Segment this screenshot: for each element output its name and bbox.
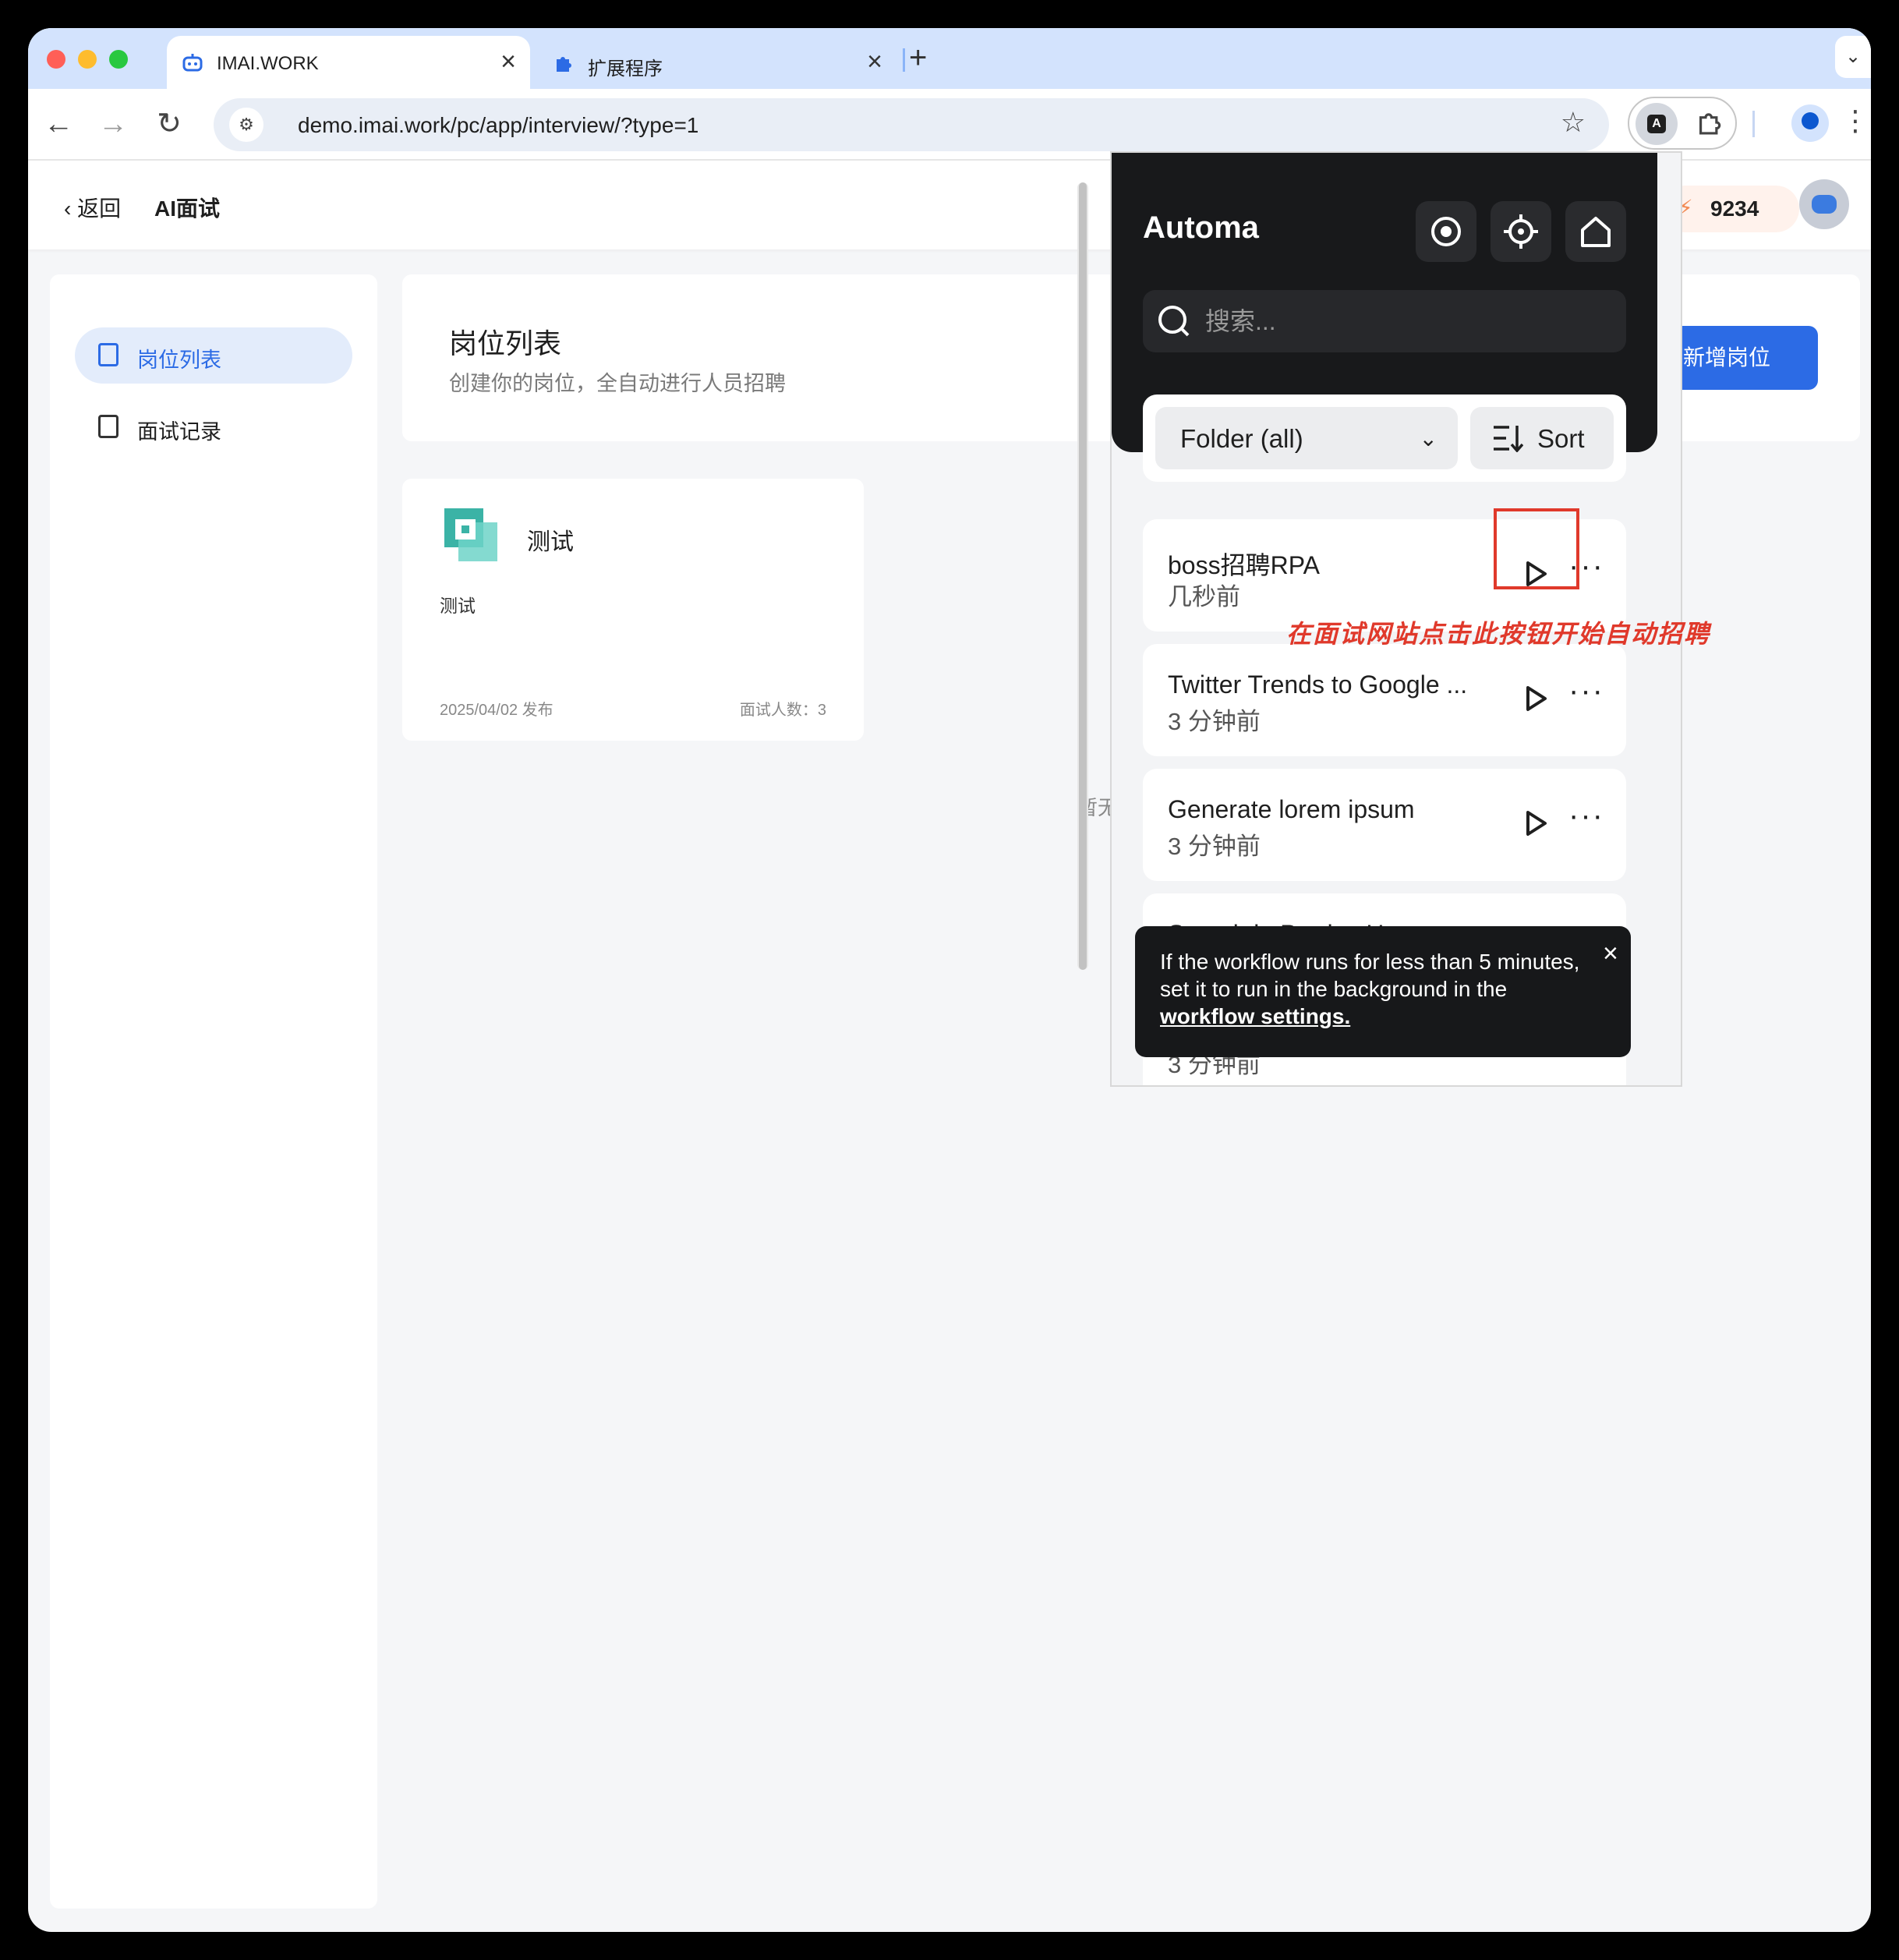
edit-document-icon — [98, 415, 118, 438]
home-icon — [1581, 217, 1611, 247]
job-title: 测试 — [527, 529, 574, 555]
close-window-button[interactable] — [47, 50, 65, 69]
address-bar[interactable]: ⚙ demo.imai.work/pc/app/interview/?type=… — [214, 98, 1609, 151]
document-icon — [98, 343, 118, 366]
highlight-box — [1494, 508, 1579, 589]
toolbar-separator — [1752, 111, 1755, 137]
extensions-puzzle-icon[interactable] — [1695, 108, 1724, 137]
back-label: 返回 — [77, 196, 122, 221]
tab-title: IMAI.WORK — [217, 53, 319, 74]
workflow-item[interactable]: Twitter Trends to Google ... 3 分钟前 ··· — [1143, 644, 1626, 756]
back-arrow-icon[interactable]: ← — [39, 104, 78, 143]
job-logo-icon — [444, 508, 497, 561]
chevron-down-icon: ⌄ — [1419, 426, 1438, 451]
site-settings-icon[interactable]: ⚙ — [229, 108, 263, 142]
extensions-group: A — [1628, 97, 1737, 150]
workflow-name: Twitter Trends to Google ... — [1168, 670, 1468, 699]
bookmark-star-icon[interactable]: ☆ — [1561, 106, 1586, 139]
minimize-window-button[interactable] — [78, 50, 97, 69]
workflow-item[interactable]: Generate lorem ipsum 3 分钟前 ··· — [1143, 769, 1626, 881]
record-button[interactable] — [1416, 201, 1476, 262]
filter-bar: Folder (all) ⌄ Sort — [1143, 394, 1626, 482]
points-value: 9234 — [1710, 196, 1759, 221]
workflow-time: 3 分钟前 — [1168, 708, 1261, 735]
section-title: 岗位列表 — [449, 327, 562, 359]
section-subtitle: 创建你的岗位，全自动进行人员招聘 — [449, 372, 786, 395]
play-icon[interactable] — [1520, 808, 1551, 839]
chevron-down-icon[interactable]: ⌄ — [1835, 36, 1871, 78]
crosshair-icon — [1504, 214, 1538, 249]
automa-title: Automa — [1143, 211, 1259, 245]
browser-window: IMAI.WORK × 扩展程序 × + ⌄ ← → ↻ ⚙ demo.imai… — [28, 28, 1871, 1932]
url-text[interactable]: demo.imai.work/pc/app/interview/?type=1 — [298, 113, 698, 138]
sort-button[interactable]: Sort — [1470, 407, 1614, 469]
sidebar: 岗位列表 面试记录 — [50, 274, 377, 1909]
folder-select[interactable]: Folder (all) ⌄ — [1155, 407, 1458, 469]
user-avatar[interactable] — [1799, 179, 1849, 229]
job-description: 测试 — [440, 596, 476, 616]
popup-scrollbar[interactable] — [1077, 182, 1090, 970]
page-title: AI面试 — [154, 196, 221, 221]
record-icon — [1431, 217, 1461, 246]
background-tip-toast: If the workflow runs for less than 5 min… — [1135, 926, 1631, 1057]
scrollbar-thumb[interactable] — [1079, 182, 1087, 970]
reload-icon[interactable]: ↻ — [150, 104, 189, 143]
browser-toolbar: ← → ↻ ⚙ demo.imai.work/pc/app/interview/… — [28, 89, 1871, 161]
dashboard-home-button[interactable] — [1565, 201, 1626, 262]
annotation-text: 在面试网站点击此按钮开始自动招聘 — [1286, 619, 1711, 649]
workflow-time: 3 分钟前 — [1168, 833, 1261, 860]
tab-extensions[interactable]: 扩展程序 × — [538, 36, 896, 89]
chevron-left-icon: ‹ — [64, 196, 78, 221]
robot-icon — [182, 54, 203, 72]
toast-message: If the workflow runs for less than 5 min… — [1160, 948, 1597, 1030]
workflow-search[interactable] — [1143, 290, 1626, 352]
profile-avatar-icon[interactable] — [1791, 104, 1829, 142]
sidebar-item-job-list[interactable]: 岗位列表 — [75, 327, 352, 384]
workflow-time: 几秒前 — [1168, 583, 1240, 610]
close-tab-icon[interactable]: × — [500, 47, 516, 77]
play-icon[interactable] — [1520, 683, 1551, 714]
more-options-icon[interactable]: ··· — [1568, 798, 1604, 833]
tab-separator — [903, 48, 905, 72]
sidebar-item-label: 岗位列表 — [137, 348, 221, 372]
sidebar-item-label: 面试记录 — [137, 420, 221, 444]
interview-count: 面试人数：3 — [739, 702, 826, 719]
points-badge[interactable]: ⚡ 9234 — [1662, 186, 1799, 232]
menu-kebab-icon[interactable]: ⋮ — [1841, 104, 1869, 137]
automa-logo-icon: A — [1647, 115, 1666, 133]
puzzle-icon — [557, 57, 571, 72]
element-picker-button[interactable] — [1491, 201, 1551, 262]
scrollbar-track — [1077, 182, 1088, 970]
sort-label: Sort — [1537, 424, 1585, 453]
tab-imai[interactable]: IMAI.WORK × — [167, 36, 530, 89]
close-icon[interactable]: × — [1603, 939, 1618, 969]
job-publish-date: 2025/04/02 发布 — [440, 702, 553, 719]
maximize-window-button[interactable] — [109, 50, 128, 69]
workflow-name: Generate lorem ipsum — [1168, 795, 1415, 823]
new-tab-button[interactable]: + — [909, 41, 927, 76]
forward-arrow-icon[interactable]: → — [94, 104, 133, 143]
tab-strip: IMAI.WORK × 扩展程序 × + ⌄ — [28, 28, 1871, 89]
automa-extension-button[interactable]: A — [1636, 103, 1678, 145]
back-button[interactable]: ‹ 返回 — [64, 192, 121, 223]
sort-icon — [1494, 426, 1523, 452]
workflow-settings-link[interactable]: workflow settings. — [1160, 1004, 1350, 1028]
tab-title: 扩展程序 — [588, 58, 663, 80]
sidebar-item-interview-records[interactable]: 面试记录 — [75, 399, 352, 455]
folder-select-value: Folder (all) — [1180, 424, 1303, 453]
toast-text: If the workflow runs for less than 5 min… — [1160, 950, 1580, 1001]
search-input[interactable] — [1205, 307, 1595, 335]
search-icon — [1158, 306, 1190, 337]
more-options-icon[interactable]: ··· — [1568, 674, 1604, 709]
close-tab-icon[interactable]: × — [867, 47, 882, 77]
job-card[interactable]: 测试 测试 2025/04/02 发布 面试人数：3 — [402, 479, 864, 741]
